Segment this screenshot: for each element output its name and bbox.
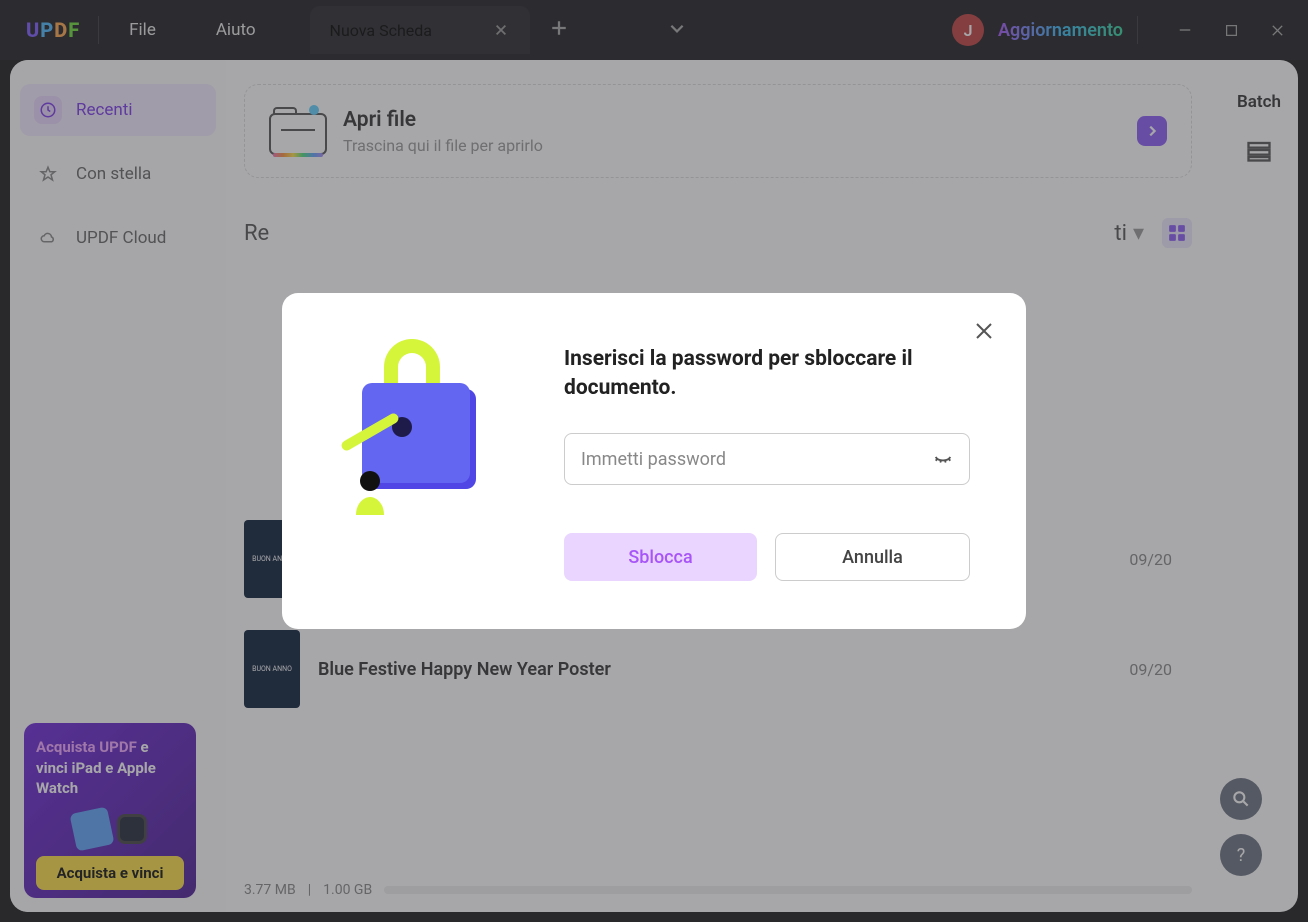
lock-illustration: [338, 335, 508, 515]
unlock-button[interactable]: Sblocca: [564, 533, 757, 581]
modal-overlay: Inserisci la password per sbloccare il d…: [0, 0, 1308, 922]
cancel-button[interactable]: Annulla: [775, 533, 970, 581]
password-input[interactable]: [564, 433, 970, 485]
eye-icon[interactable]: [932, 446, 954, 472]
modal-title: Inserisci la password per sbloccare il d…: [564, 345, 970, 404]
close-icon[interactable]: [972, 319, 996, 343]
password-modal: Inserisci la password per sbloccare il d…: [282, 293, 1026, 630]
